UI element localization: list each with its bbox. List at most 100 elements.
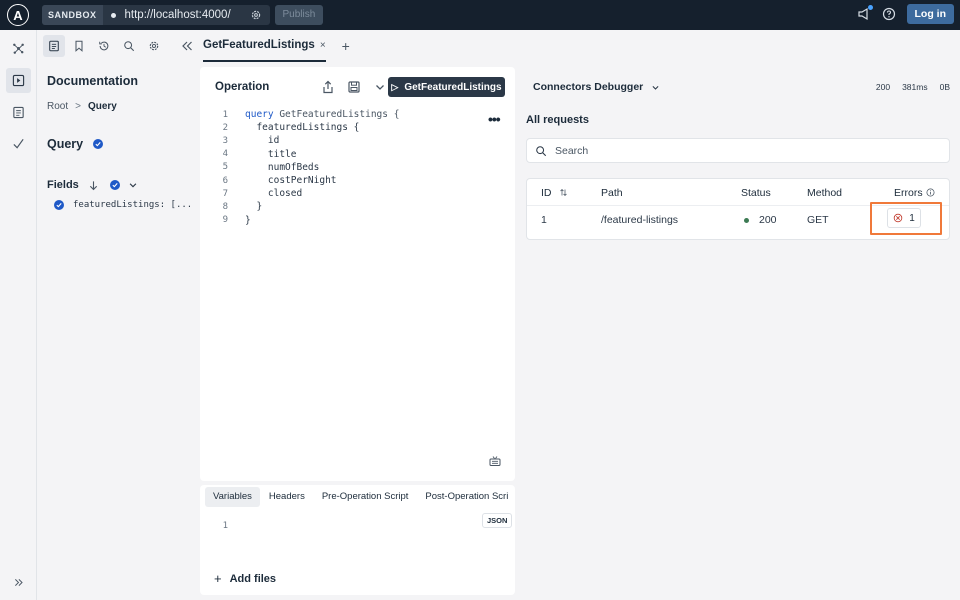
top-bar: A SANDBOX http://localhost:4000/ Publish… bbox=[0, 0, 960, 30]
collapse-panel-icon[interactable] bbox=[180, 39, 194, 53]
select-all-check-icon[interactable] bbox=[109, 180, 120, 190]
breadcrumb-separator: > bbox=[75, 101, 81, 112]
debugger-selector[interactable]: Connectors Debugger bbox=[533, 81, 660, 93]
code-text: } bbox=[245, 214, 251, 226]
line-number: 7 bbox=[222, 188, 228, 199]
field-item-featured-listings[interactable]: featuredListings: [... bbox=[54, 200, 192, 210]
cell-path: /featured-listings bbox=[601, 214, 679, 226]
explorer-icon[interactable] bbox=[6, 68, 31, 93]
response-stats: 200 381ms 0B bbox=[864, 82, 950, 92]
json-badge[interactable]: JSON bbox=[482, 513, 513, 528]
announcement-icon[interactable] bbox=[857, 5, 873, 21]
keyword: query bbox=[245, 109, 274, 121]
code-text: closed bbox=[245, 188, 303, 200]
code-line: 2 featuredListings { bbox=[200, 121, 500, 134]
all-requests-heading: All requests bbox=[526, 114, 589, 126]
search-icon[interactable] bbox=[118, 35, 140, 57]
add-files-button[interactable]: + Add files bbox=[214, 571, 276, 586]
endpoint-url-text: http://localhost:4000/ bbox=[124, 9, 231, 21]
column-header-method: Method bbox=[807, 187, 843, 199]
bookmark-icon[interactable] bbox=[68, 35, 90, 57]
tab-post-operation-script[interactable]: Post-Operation Scri bbox=[417, 487, 515, 507]
cell-status-value: 200 bbox=[759, 214, 777, 226]
line-number: 8 bbox=[222, 201, 228, 212]
left-rail bbox=[0, 30, 37, 600]
env-badge: SANDBOX bbox=[42, 5, 103, 25]
highlight-box bbox=[870, 202, 942, 235]
save-icon[interactable] bbox=[347, 80, 361, 94]
fields-label: Fields bbox=[47, 179, 79, 191]
column-header-id[interactable]: ID bbox=[541, 187, 552, 199]
add-files-label: Add files bbox=[229, 572, 277, 585]
chevron-down-icon bbox=[652, 85, 659, 90]
line-number: 5 bbox=[222, 162, 228, 173]
plus-icon: + bbox=[214, 571, 222, 586]
sort-arrow-icon[interactable] bbox=[88, 180, 99, 191]
chevron-down-icon[interactable] bbox=[373, 80, 387, 94]
close-tab-icon[interactable]: × bbox=[320, 40, 326, 51]
operation-title: Operation bbox=[215, 81, 270, 93]
search-input[interactable]: Search bbox=[526, 138, 950, 163]
variables-editor[interactable]: 1 bbox=[200, 519, 228, 532]
run-operation-button[interactable]: ▷ GetFeaturedListings bbox=[388, 77, 505, 97]
breadcrumb-root[interactable]: Root bbox=[47, 101, 68, 112]
graph-icon[interactable] bbox=[6, 36, 31, 61]
search-placeholder: Search bbox=[555, 144, 589, 157]
field-check-icon[interactable] bbox=[54, 200, 64, 210]
code-editor[interactable]: 1 query GetFeaturedListings { 2 featuredL… bbox=[200, 108, 500, 227]
endpoint-url[interactable]: http://localhost:4000/ bbox=[103, 9, 270, 21]
response-time: 381ms bbox=[902, 82, 928, 92]
publish-button[interactable]: Publish bbox=[274, 5, 324, 25]
info-icon[interactable] bbox=[926, 188, 935, 197]
breadcrumb-current: Query bbox=[87, 101, 117, 112]
line-number: 9 bbox=[222, 215, 228, 226]
fields-heading: Fields bbox=[47, 179, 138, 191]
code-line: 7 closed bbox=[200, 187, 500, 200]
cell-method: GET bbox=[807, 214, 829, 226]
endpoint-selector[interactable]: SANDBOX http://localhost:4000/ bbox=[42, 5, 270, 25]
code-line: 1 query GetFeaturedListings { bbox=[200, 108, 500, 121]
connection-settings-icon[interactable] bbox=[250, 9, 262, 21]
code-line: 6 costPerNight bbox=[200, 174, 500, 187]
tab-pre-operation-script[interactable]: Pre-Operation Script bbox=[314, 487, 417, 507]
code-line: 8 } bbox=[200, 200, 500, 213]
line-number: 6 bbox=[222, 175, 228, 186]
sort-icon[interactable] bbox=[559, 188, 568, 197]
code-line: 5 numOfBeds bbox=[200, 161, 500, 174]
response-size: 0B bbox=[939, 82, 950, 92]
history-icon[interactable] bbox=[93, 35, 115, 57]
docs-title: Documentation bbox=[47, 74, 138, 88]
share-icon[interactable] bbox=[321, 80, 335, 94]
documentation-icon[interactable] bbox=[43, 35, 65, 57]
variables-tabs: Variables Headers Pre-Operation Script P… bbox=[205, 487, 515, 507]
login-button[interactable]: Log in bbox=[906, 4, 954, 24]
code-line: 9} bbox=[200, 214, 500, 227]
prettify-icon[interactable] bbox=[489, 455, 501, 467]
code-line: 3 id bbox=[200, 134, 500, 147]
help-icon[interactable] bbox=[882, 7, 896, 21]
column-header-status: Status bbox=[741, 187, 771, 199]
search-icon bbox=[536, 145, 547, 156]
check-circle-icon[interactable] bbox=[93, 139, 104, 149]
code-text: costPerNight bbox=[245, 175, 337, 187]
field-item-label: featuredListings: [... bbox=[73, 200, 193, 210]
double-chevron-right-icon[interactable] bbox=[6, 570, 31, 595]
tab-label: GetFeaturedListings bbox=[203, 39, 315, 51]
code-text: numOfBeds bbox=[245, 161, 320, 173]
chevron-down-icon[interactable] bbox=[128, 180, 138, 190]
documentation-panel: Documentation Root > Query Query Fields … bbox=[38, 62, 198, 600]
line-content: query GetFeaturedListings { bbox=[245, 109, 399, 120]
apollo-logo[interactable]: A bbox=[7, 4, 29, 26]
add-tab-button[interactable]: + bbox=[342, 38, 350, 54]
tab-variables[interactable]: Variables bbox=[205, 487, 260, 507]
tab-headers[interactable]: Headers bbox=[261, 487, 313, 507]
play-icon: ▷ bbox=[391, 81, 399, 92]
operation-panel: Operation ▷ GetFeaturedListings ••• 1 que… bbox=[200, 67, 515, 481]
tab-get-featured-listings[interactable]: GetFeaturedListings × bbox=[203, 30, 326, 62]
gear-icon[interactable] bbox=[143, 35, 165, 57]
checks-icon[interactable] bbox=[6, 131, 31, 156]
schema-icon[interactable] bbox=[6, 100, 31, 125]
response-status: 200 bbox=[875, 82, 891, 92]
code-text: featuredListings { bbox=[245, 122, 360, 134]
variables-panel: Variables Headers Pre-Operation Script P… bbox=[200, 485, 515, 595]
